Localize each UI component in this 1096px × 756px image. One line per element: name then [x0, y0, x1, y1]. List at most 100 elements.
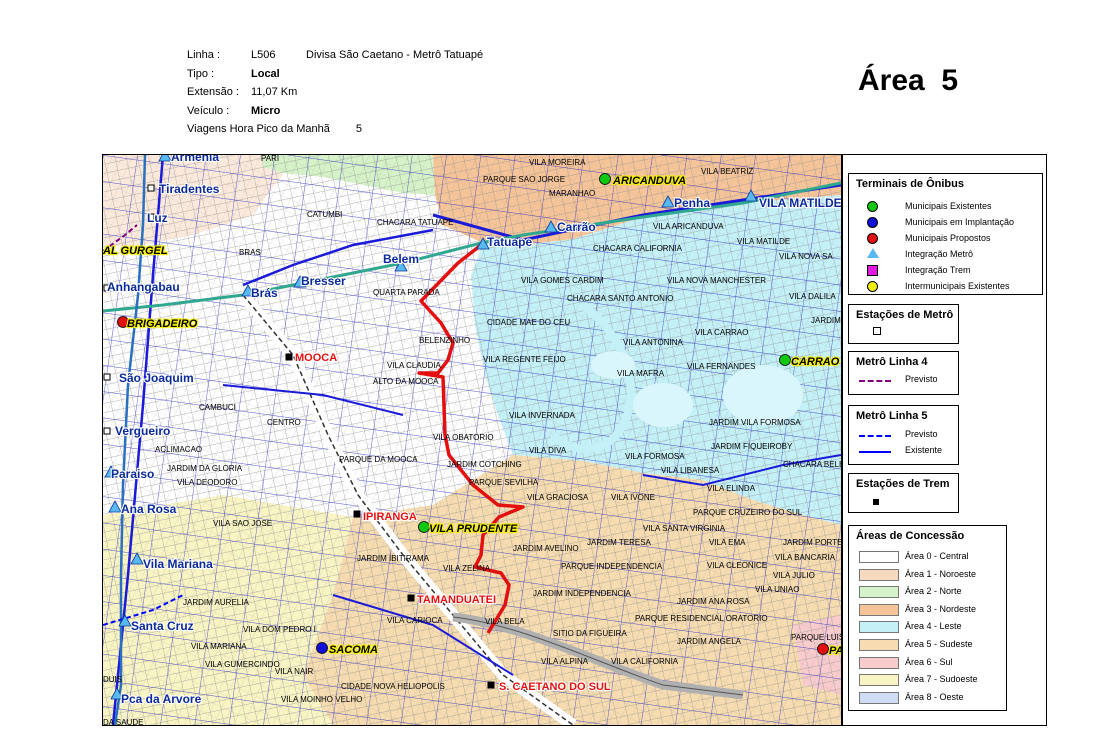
- legend-area-label: Área 6 - Sul: [905, 656, 953, 667]
- metro-station-label: Luz: [147, 211, 168, 225]
- metro5-previsto-label: Previsto: [905, 429, 938, 439]
- metro-station-square-icon: [873, 327, 881, 335]
- legend-terminal-label: Integração Trem: [905, 265, 971, 275]
- extensao-value: 11,07: [251, 86, 278, 98]
- area-swatch: [859, 639, 899, 651]
- neighborhood-label: CAMBUCI: [199, 403, 236, 412]
- bus-terminal-label: CARRAO: [791, 356, 840, 368]
- neighborhood-label: VILA OBATORIO: [433, 433, 494, 442]
- neighborhood-label: CIDADE MAE DO CEU: [487, 318, 570, 327]
- train-station-icon[interactable]: [407, 594, 415, 602]
- neighborhood-label: VILA MARIANA: [191, 642, 247, 651]
- neighborhood-label: ALTO DA MOOCA: [373, 377, 439, 386]
- metro5-existente-line-icon: [859, 451, 891, 453]
- neighborhood-label: VILA ELINDA: [707, 484, 756, 493]
- neighborhood-label: DUIS: [103, 675, 122, 684]
- bus-terminal-icon[interactable]: [599, 173, 611, 185]
- neighborhood-label: VILA IVONE: [611, 493, 655, 502]
- neighborhood-label: JARDIM IBITIRAMA: [357, 554, 430, 563]
- neighborhood-label: VILA CLAUDIA: [387, 361, 441, 370]
- neighborhood-label: VILA NAIR: [275, 667, 313, 676]
- metro-station-label: Carrão: [557, 220, 596, 234]
- neighborhood-label: VILA FERNANDES: [687, 362, 755, 371]
- neighborhood-label: VILA MATILDE: [737, 237, 790, 246]
- neighborhood-label: VILA DEODORO: [177, 478, 237, 487]
- metro4-previsto-line-icon: [859, 380, 891, 382]
- metro-station-label: Tatuape: [487, 235, 532, 249]
- legend-terminal-label: Municipais em Implantação: [905, 217, 1015, 227]
- viagens-value: 5: [355, 123, 363, 135]
- train-station-icon[interactable]: [487, 681, 495, 689]
- bus-terminal-icon[interactable]: [817, 643, 829, 655]
- area-swatch: [859, 603, 899, 616]
- neighborhood-label: BELENZINHO: [419, 336, 470, 345]
- neighborhood-label: VILA CARRAO: [695, 328, 748, 337]
- neighborhood-label: CHACARA BELENZINHO: [783, 460, 841, 469]
- metro-station-icon[interactable]: [103, 373, 111, 381]
- neighborhood-label: JARDIM COTCHING: [447, 460, 522, 469]
- metro5-previsto-line-icon: [859, 435, 891, 437]
- train-station-icon[interactable]: [353, 510, 361, 518]
- neighborhood-label: VILA NOVA SA: [779, 252, 833, 261]
- bus-terminal-icon[interactable]: [316, 642, 328, 654]
- bus-terminal-label: SACOMA: [329, 644, 378, 656]
- triangle-icon: [867, 248, 879, 258]
- legend-metro-linha-5: Metrô Linha 5 Previsto Existente: [848, 405, 959, 465]
- metro-station-icon[interactable]: [103, 427, 111, 435]
- neighborhood-label: PARQUE RESIDENCIAL ORATORIO: [635, 614, 768, 623]
- route-map[interactable]: Armenia Tiradentes Luz AL GURGEL Anhangabau B…: [102, 154, 842, 726]
- legend-area-label: Área 0 - Central: [905, 551, 969, 561]
- legend-terminais: Terminais de Ônibus Municipais Existente…: [848, 173, 1043, 295]
- neighborhood-label: VILA MAFRA: [617, 369, 665, 378]
- metro-station-icon[interactable]: [147, 184, 155, 192]
- area-swatch: [859, 568, 899, 581]
- neighborhood-label: PARI: [261, 155, 279, 163]
- tipo-label: Tipo :: [187, 67, 215, 80]
- area-swatch: [859, 551, 899, 563]
- neighborhood-label: CENTRO: [267, 418, 301, 427]
- neighborhood-label: VILA ARICANDUVA: [653, 222, 724, 231]
- legend-area-label: Área 5 - Sudeste: [905, 639, 973, 649]
- neighborhood-label: VILA CARIOCA: [387, 616, 443, 625]
- train-station-icon[interactable]: [285, 353, 293, 361]
- neighborhood-label: VILA EMA: [709, 538, 746, 547]
- neighborhood-label: JARDIM FIQUEIROBY: [711, 442, 793, 451]
- bus-terminal-icon[interactable]: [779, 354, 791, 366]
- legend-estacoes-trem: Estações de Trem: [848, 473, 959, 513]
- neighborhood-label: VILA ANTONINA: [623, 338, 684, 347]
- neighborhood-label: VILA GOMES CARDIM: [521, 276, 604, 285]
- route-header: Linha : L506 Divisa São Caetano - Metrô Ta…: [187, 46, 483, 139]
- map-canvas[interactable]: Armenia Tiradentes Luz AL GURGEL Anhangabau B…: [103, 155, 841, 725]
- train-station-label: MOOCA: [295, 352, 337, 364]
- bus-terminal-label: BRIGADEIRO: [127, 318, 198, 330]
- neighborhood-label: PARQUE SEVILHA: [469, 478, 539, 487]
- legend-areas-title: Áreas de Concessão: [856, 530, 965, 542]
- legend-terminais-title: Terminais de Ônibus: [856, 178, 964, 190]
- bus-terminal-label: ARICANDUVA: [612, 175, 686, 187]
- metro5-existente-label: Existente: [905, 445, 943, 455]
- legend-terminal-label: Municipais Propostos: [905, 233, 991, 243]
- neighborhood-label: VILA FORMOSA: [625, 452, 685, 461]
- neighborhood-label: JARDIM TERESA: [587, 538, 652, 547]
- linha-name: Divisa São Caetano - Metrô Tatuapé: [306, 49, 484, 61]
- metro-station-label: Anhangabau: [107, 280, 180, 294]
- metro-station-label: Belem: [383, 252, 419, 266]
- legend-terminal-label: Municipais Existentes: [905, 201, 992, 211]
- neighborhood-label: CHACARA TATUAPE: [377, 218, 453, 227]
- neighborhood-label: SITIO DA FIGUEIRA: [553, 629, 627, 638]
- metro-station-label: Vergueiro: [115, 424, 170, 438]
- area-swatch: [859, 691, 899, 704]
- neighborhood-label: JARDIM ANA ROSA: [677, 597, 750, 606]
- neighborhood-label: JARDIM: [811, 316, 841, 325]
- neighborhood-label: PARQUE LUIS MO: [791, 633, 841, 642]
- train-station-square-icon: [873, 499, 879, 505]
- neighborhood-label: VILA CALIFORNIA: [611, 657, 679, 666]
- veiculo-value: Micro: [251, 104, 281, 117]
- metro-station-label: Ana Rosa: [121, 502, 177, 516]
- bus-terminal-label: PA: [829, 645, 841, 657]
- neighborhood-label: VILA ZELINA: [443, 564, 491, 573]
- bus-terminal-icon[interactable]: [418, 521, 430, 533]
- metro-station-label: VILA MATILDE: [759, 196, 841, 210]
- neighborhood-label: VILA MOREIRA: [529, 158, 586, 167]
- neighborhood-label: DA SAUDE: [103, 718, 143, 725]
